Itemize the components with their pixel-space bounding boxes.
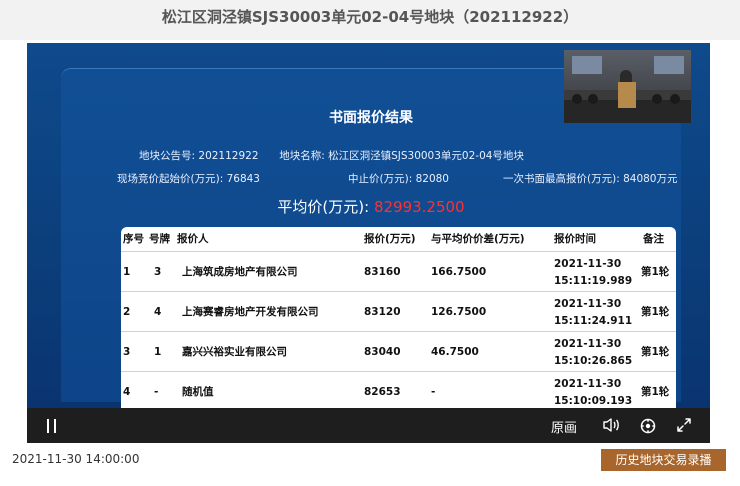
cell-note: 第1轮 bbox=[641, 306, 670, 318]
header-time: 报价时间 bbox=[554, 233, 596, 245]
average-price-value: 82993.2500 bbox=[373, 198, 465, 216]
stop-price-group: 中止价(万元): 82080 bbox=[348, 171, 449, 186]
average-price-row: 平均价(万元): 82993.2500 bbox=[61, 196, 681, 217]
cell-diff: 126.7500 bbox=[431, 306, 487, 318]
header-note: 备注 bbox=[643, 233, 664, 245]
history-replay-button[interactable]: 历史地块交易录播 bbox=[601, 449, 726, 471]
cell-seq: 4 bbox=[123, 386, 131, 398]
cell-time-text: 15:10:09.193 bbox=[554, 395, 633, 407]
header-seq: 序号 bbox=[123, 233, 144, 245]
header-diff: 与平均价价差(万元) bbox=[431, 233, 525, 245]
quality-selector[interactable]: 原画 bbox=[551, 417, 577, 436]
start-price-group: 现场竞价起始价(万元): 76843 bbox=[117, 171, 260, 186]
stop-price-label: 中止价(万元): bbox=[348, 173, 413, 185]
header-bidder: 报价人 bbox=[177, 233, 209, 245]
settings-icon[interactable] bbox=[639, 417, 657, 439]
room-screen bbox=[654, 56, 684, 74]
pause-icon[interactable] bbox=[45, 419, 59, 433]
cell-time: 2021-11-30 15:11:24.911 bbox=[554, 296, 632, 330]
cell-note: 第1轮 bbox=[641, 346, 670, 358]
video-player[interactable]: 书面报价结果 地块公告号: 202112922 地块名称: 松江区洞泾镇SJS3… bbox=[27, 43, 710, 443]
cell-time: 2021-11-30 15:10:26.865 bbox=[554, 336, 632, 370]
cell-time-text: 15:11:24.911 bbox=[554, 315, 633, 327]
cell-diff: - bbox=[431, 386, 436, 398]
header-number: 号牌 bbox=[149, 233, 170, 245]
cell-note: 第1轮 bbox=[641, 266, 670, 278]
cell-date-text: 2021-11-30 bbox=[554, 258, 622, 270]
volume-icon[interactable] bbox=[602, 417, 620, 437]
page: 松江区洞泾镇SJS30003单元02-04号地块（202112922） 书面报价… bbox=[0, 0, 740, 486]
price-row: 现场竞价起始价(万元): 76843 中止价(万元): 82080 一次书面最高… bbox=[117, 171, 697, 186]
cell-time: 2021-11-30 15:10:09.193 bbox=[554, 376, 632, 408]
header-price: 报价(万元) bbox=[364, 233, 416, 245]
cell-seq: 3 bbox=[123, 346, 131, 358]
cell-time-text: 15:11:19.989 bbox=[554, 275, 633, 287]
cell-bidder: 上海赛睿房地产开发有限公司 bbox=[182, 306, 319, 318]
announcement-row: 地块公告号: 202112922 地块名称: 松江区洞泾镇SJS30003单元0… bbox=[139, 148, 524, 163]
cell-note: 第1轮 bbox=[641, 386, 670, 398]
cell-number: 4 bbox=[154, 306, 162, 318]
broadcast-date: 2021-11-30 14:00:00 bbox=[12, 452, 140, 466]
cell-date-text: 2021-11-30 bbox=[554, 338, 622, 350]
cell-number: - bbox=[154, 386, 159, 398]
cell-seq: 2 bbox=[123, 306, 131, 318]
cell-bidder: 嘉兴兴裕实业有限公司 bbox=[182, 346, 287, 358]
podium bbox=[618, 82, 636, 108]
video-frame: 书面报价结果 地块公告号: 202112922 地块名称: 松江区洞泾镇SJS3… bbox=[27, 43, 710, 408]
average-price-label: 平均价(万元): bbox=[277, 198, 370, 216]
table-row: 1 3 上海筑成房地产有限公司 83160 166.7500 2021-11-3… bbox=[121, 251, 676, 291]
cell-diff: 166.7500 bbox=[431, 266, 487, 278]
start-price-value: 76843 bbox=[226, 173, 260, 185]
cell-price: 82653 bbox=[364, 386, 401, 398]
highest-bid-label: 一次书面最高报价(万元): bbox=[503, 173, 620, 185]
page-title: 松江区洞泾镇SJS30003单元02-04号地块（202112922） bbox=[0, 0, 740, 40]
cell-number: 3 bbox=[154, 266, 162, 278]
cell-date-text: 2021-11-30 bbox=[554, 298, 622, 310]
parcel-name: 松江区洞泾镇SJS30003单元02-04号地块 bbox=[328, 150, 524, 162]
highest-bid-group: 一次书面最高报价(万元): 84080万元 bbox=[503, 171, 677, 186]
highest-bid-value: 84080万元 bbox=[623, 173, 678, 185]
cell-number: 1 bbox=[154, 346, 162, 358]
cell-bidder: 随机值 bbox=[182, 386, 214, 398]
cell-diff: 46.7500 bbox=[431, 346, 479, 358]
room-screen bbox=[572, 56, 602, 74]
cell-price: 83040 bbox=[364, 346, 401, 358]
announcement-number: 202112922 bbox=[198, 150, 259, 162]
cell-time-text: 15:10:26.865 bbox=[554, 355, 633, 367]
fullscreen-icon[interactable] bbox=[676, 417, 692, 437]
player-controls: 原画 bbox=[27, 408, 710, 443]
cell-seq: 1 bbox=[123, 266, 131, 278]
cell-bidder: 上海筑成房地产有限公司 bbox=[182, 266, 298, 278]
table-row: 4 - 随机值 82653 - 2021-11-30 15:10:09.193 … bbox=[121, 371, 676, 408]
webcam-inset bbox=[564, 50, 691, 123]
start-price-label: 现场竞价起始价(万元): bbox=[117, 173, 224, 185]
stop-price-value: 82080 bbox=[415, 173, 449, 185]
cell-date-text: 2021-11-30 bbox=[554, 378, 622, 390]
bid-table: 序号 号牌 报价人 报价(万元) 与平均价价差(万元) 报价时间 备注 1 3 … bbox=[121, 227, 676, 408]
cell-price: 83120 bbox=[364, 306, 401, 318]
announcement-label: 地块公告号: bbox=[139, 150, 196, 162]
cell-time: 2021-11-30 15:11:19.989 bbox=[554, 256, 632, 290]
cell-price: 83160 bbox=[364, 266, 401, 278]
table-row: 2 4 上海赛睿房地产开发有限公司 83120 126.7500 2021-11… bbox=[121, 291, 676, 331]
parcel-label: 地块名称: bbox=[279, 150, 325, 162]
table-row: 3 1 嘉兴兴裕实业有限公司 83040 46.7500 2021-11-30 … bbox=[121, 331, 676, 371]
